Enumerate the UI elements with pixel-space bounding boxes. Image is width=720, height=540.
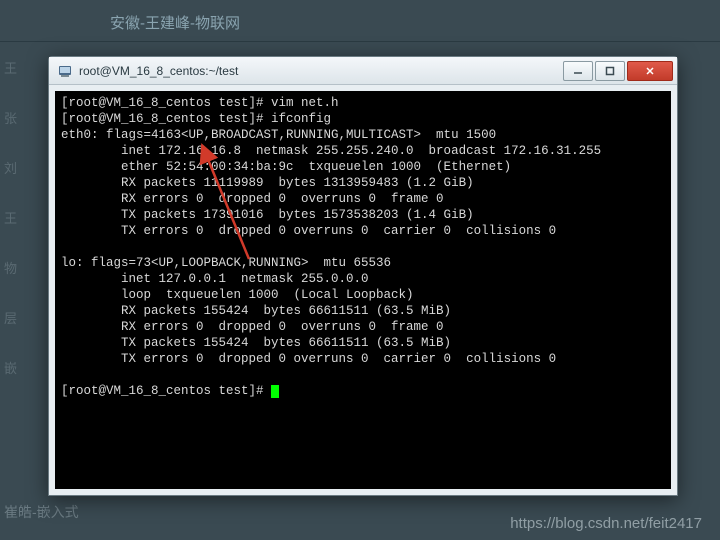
terminal-line: ether 52:54:00:34:ba:9c txqueuelen 1000 … <box>61 160 511 174</box>
terminal-line: RX packets 11119989 bytes 1313959483 (1.… <box>61 176 474 190</box>
bg-side-item: 王 <box>0 60 50 110</box>
terminal-line: RX packets 155424 bytes 66611511 (63.5 M… <box>61 304 451 318</box>
terminal-line: [root@VM_16_8_centos test]# ifconfig <box>61 112 331 126</box>
terminal-window: root@VM_16_8_centos:~/test [root@VM_16_8… <box>48 56 678 496</box>
window-buttons <box>561 61 673 81</box>
window-titlebar[interactable]: root@VM_16_8_centos:~/test <box>49 57 677 85</box>
bg-side-item: 物 <box>0 260 50 310</box>
window-title: root@VM_16_8_centos:~/test <box>79 64 561 78</box>
terminal-pane[interactable]: [root@VM_16_8_centos test]# vim net.h [r… <box>55 91 671 489</box>
terminal-line: eth0: flags=4163<UP,BROADCAST,RUNNING,MU… <box>61 128 496 142</box>
watermark-text: https://blog.csdn.net/feit2417 <box>510 515 702 532</box>
putty-icon <box>57 63 73 79</box>
bg-side-item: 刘 <box>0 160 50 210</box>
terminal-line: TX packets 17391016 bytes 1573538203 (1.… <box>61 208 474 222</box>
maximize-button[interactable] <box>595 61 625 81</box>
background-sidebar: 王 张 刘 王 物 层 嵌 <box>0 60 50 540</box>
terminal-prompt: [root@VM_16_8_centos test]# <box>61 384 271 398</box>
terminal-line: loop txqueuelen 1000 (Local Loopback) <box>61 288 414 302</box>
terminal-line: inet 172.16.16.8 netmask 255.255.240.0 b… <box>61 144 601 158</box>
terminal-line: TX packets 155424 bytes 66611511 (63.5 M… <box>61 336 451 350</box>
terminal-line: RX errors 0 dropped 0 overruns 0 frame 0 <box>61 192 444 206</box>
bg-side-item: 层 <box>0 310 50 360</box>
background-bottom-text: 崔皓-嵌入式 <box>4 502 79 522</box>
terminal-line: TX errors 0 dropped 0 overruns 0 carrier… <box>61 224 556 238</box>
bg-side-item: 王 <box>0 210 50 260</box>
terminal-line: TX errors 0 dropped 0 overruns 0 carrier… <box>61 352 556 366</box>
minimize-button[interactable] <box>563 61 593 81</box>
terminal-cursor <box>271 385 279 398</box>
page-header: 安徽-王建峰-物联网 <box>0 0 720 42</box>
bg-side-item: 嵌 <box>0 360 50 410</box>
page-title: 安徽-王建峰-物联网 <box>110 12 240 33</box>
terminal-line: RX errors 0 dropped 0 overruns 0 frame 0 <box>61 320 444 334</box>
terminal-line: [root@VM_16_8_centos test]# vim net.h <box>61 96 339 110</box>
terminal-line: inet 127.0.0.1 netmask 255.0.0.0 <box>61 272 369 286</box>
close-button[interactable] <box>627 61 673 81</box>
terminal-line: lo: flags=73<UP,LOOPBACK,RUNNING> mtu 65… <box>61 256 391 270</box>
bg-side-item: 张 <box>0 110 50 160</box>
